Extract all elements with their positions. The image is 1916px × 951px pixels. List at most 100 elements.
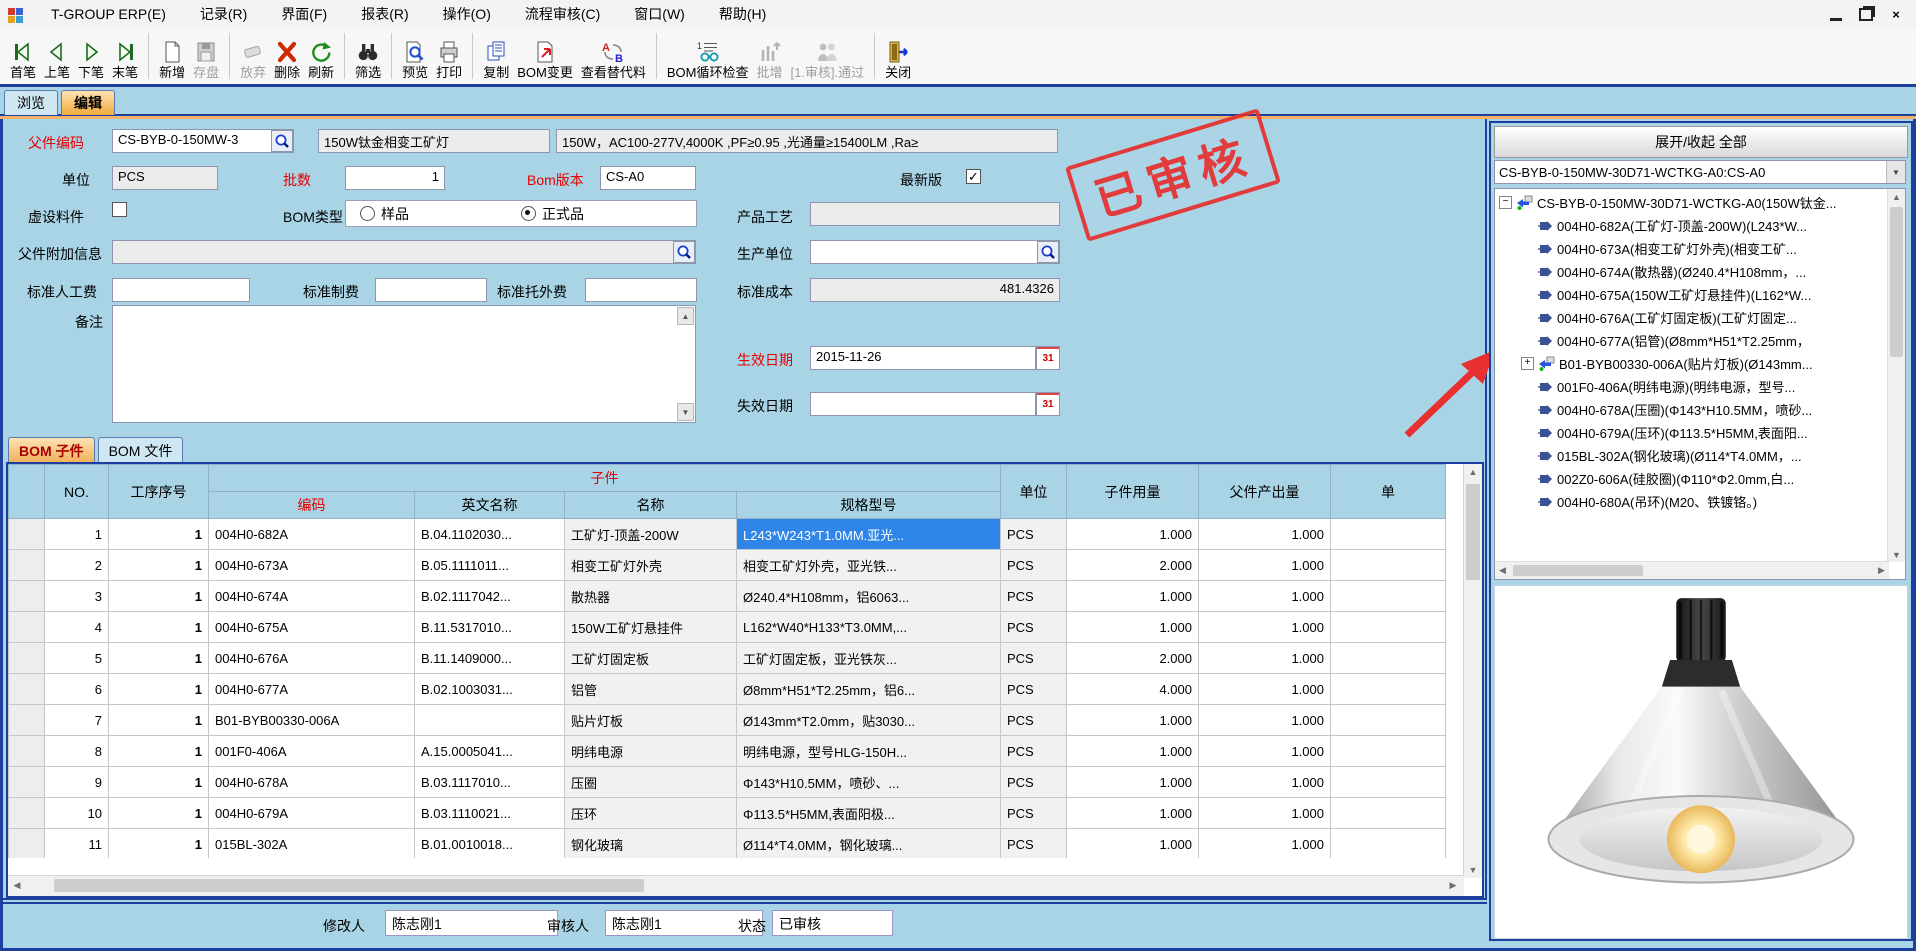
table-row[interactable]: 4 1 004H0-675A B.11.5317010... 150W工矿灯悬挂…	[9, 612, 1446, 643]
cell-parent-out[interactable]: 1.000	[1199, 612, 1331, 643]
cell-extra[interactable]	[1331, 581, 1446, 612]
cell-no[interactable]: 9	[45, 767, 109, 798]
cell-no[interactable]: 2	[45, 550, 109, 581]
cell-en-name[interactable]: B.01.0010018...	[415, 829, 565, 859]
parent-extra-lookup-button[interactable]	[673, 241, 695, 263]
tree-node[interactable]: 004H0-678A(压圈)(Φ143*H10.5MM，喷砂...	[1497, 398, 1889, 421]
cell-unit[interactable]: PCS	[1001, 798, 1067, 829]
remark-scrollbar[interactable]: ▲ ▼	[677, 307, 694, 421]
cell-spec[interactable]: Ø240.4*H108mm，铝6063...	[737, 581, 1001, 612]
row-indicator-cell[interactable]	[9, 674, 45, 705]
chevron-down-icon[interactable]: ▼	[1886, 161, 1905, 183]
cell-spec[interactable]: L162*W40*H133*T3.0MM,...	[737, 612, 1001, 643]
restore-icon[interactable]	[1858, 7, 1874, 21]
cell-seq[interactable]: 1	[109, 612, 209, 643]
new-button[interactable]: 新增	[155, 36, 189, 81]
view-substitute-button[interactable]: AB查看替代料	[577, 36, 650, 81]
table-row[interactable]: 2 1 004H0-673A B.05.1111011... 相变工矿灯外壳 相…	[9, 550, 1446, 581]
cell-code[interactable]: 004H0-675A	[209, 612, 415, 643]
table-row[interactable]: 11 1 015BL-302A B.01.0010018... 钢化玻璃 Ø11…	[9, 829, 1446, 859]
close-icon[interactable]: ×	[1888, 7, 1904, 21]
cell-extra[interactable]	[1331, 643, 1446, 674]
next-record-button[interactable]: 下笔	[74, 36, 108, 81]
close-window-button[interactable]: 关闭	[881, 36, 915, 81]
scroll-right-icon[interactable]: ▶	[1874, 562, 1889, 578]
cell-seq[interactable]: 1	[109, 798, 209, 829]
cell-code[interactable]: 004H0-678A	[209, 767, 415, 798]
col-qty-header[interactable]: 子件用量	[1067, 465, 1199, 519]
calendar-icon[interactable]: 31	[1036, 346, 1060, 370]
cell-parent-out[interactable]: 1.000	[1199, 519, 1331, 550]
scrollbar-thumb[interactable]	[1466, 484, 1480, 580]
prod-unit-field[interactable]	[810, 240, 1060, 264]
cell-extra[interactable]	[1331, 798, 1446, 829]
scroll-down-icon[interactable]: ▼	[1888, 547, 1905, 562]
cell-parent-out[interactable]: 1.000	[1199, 643, 1331, 674]
scroll-up-icon[interactable]: ▲	[677, 307, 694, 325]
cell-seq[interactable]: 1	[109, 736, 209, 767]
menu-operation[interactable]: 操作(O)	[426, 4, 508, 24]
cell-qty[interactable]: 1.000	[1067, 612, 1199, 643]
std-outsource-field[interactable]	[585, 278, 697, 302]
cell-code[interactable]: 004H0-673A	[209, 550, 415, 581]
col-no-header[interactable]: NO.	[45, 465, 109, 519]
tree-node[interactable]: 004H0-680A(吊环)(M20、铁镀铬。)	[1497, 490, 1889, 513]
tree-node[interactable]: 004H0-679A(压环)(Φ113.5*H5MM,表面阳...	[1497, 421, 1889, 444]
table-horizontal-scrollbar[interactable]: ◀ ▶	[8, 875, 1464, 896]
col-extra-header[interactable]: 单	[1331, 465, 1446, 519]
scroll-down-icon[interactable]: ▼	[1464, 862, 1482, 878]
cell-seq[interactable]: 1	[109, 550, 209, 581]
tree-node[interactable]: 004H0-674A(散热器)(Ø240.4*H108mm，...	[1497, 260, 1889, 283]
cell-parent-out[interactable]: 1.000	[1199, 736, 1331, 767]
std-labor-field[interactable]	[112, 278, 250, 302]
cell-spec[interactable]: Φ113.5*H5MM,表面阳极...	[737, 798, 1001, 829]
delete-button[interactable]: 删除	[270, 36, 304, 81]
cell-qty[interactable]: 4.000	[1067, 674, 1199, 705]
cell-no[interactable]: 5	[45, 643, 109, 674]
tree-node[interactable]: 004H0-676A(工矿灯固定板)(工矿灯固定...	[1497, 306, 1889, 329]
cell-spec[interactable]: 相变工矿灯外壳，亚光铁...	[737, 550, 1001, 581]
menu-window[interactable]: 窗口(W)	[617, 4, 702, 24]
filter-button[interactable]: 筛选	[351, 36, 385, 81]
cell-extra[interactable]	[1331, 674, 1446, 705]
cell-no[interactable]: 6	[45, 674, 109, 705]
cell-unit[interactable]: PCS	[1001, 705, 1067, 736]
cell-no[interactable]: 10	[45, 798, 109, 829]
cell-qty[interactable]: 1.000	[1067, 798, 1199, 829]
tree-horizontal-scrollbar[interactable]: ◀ ▶	[1495, 561, 1889, 579]
tab-edit[interactable]: 编辑	[61, 90, 115, 115]
cell-en-name[interactable]: B.02.1117042...	[415, 581, 565, 612]
col-code-header[interactable]: 编码	[209, 492, 415, 519]
cell-parent-out[interactable]: 1.000	[1199, 705, 1331, 736]
scroll-left-icon[interactable]: ◀	[1495, 562, 1510, 578]
cell-unit[interactable]: PCS	[1001, 643, 1067, 674]
cell-en-name[interactable]: B.11.1409000...	[415, 643, 565, 674]
col-spec-header[interactable]: 规格型号	[737, 492, 1001, 519]
menu-report[interactable]: 报表(R)	[344, 4, 425, 24]
parent-code-field[interactable]: CS-BYB-0-150MW-3	[112, 129, 294, 153]
cell-en-name[interactable]: B.04.1102030...	[415, 519, 565, 550]
cell-en-name[interactable]: B.03.1117010...	[415, 767, 565, 798]
refresh-button[interactable]: 刷新	[304, 36, 338, 81]
table-row[interactable]: 5 1 004H0-676A B.11.1409000... 工矿灯固定板 工矿…	[9, 643, 1446, 674]
tree-node[interactable]: − CS-BYB-0-150MW-30D71-WCTKG-A0(150W钛金..…	[1497, 191, 1889, 214]
scroll-right-icon[interactable]: ▶	[1444, 876, 1462, 895]
cell-en-name[interactable]: A.15.0005041...	[415, 736, 565, 767]
cell-no[interactable]: 3	[45, 581, 109, 612]
cell-spec[interactable]: 明纬电源，型号HLG-150H...	[737, 736, 1001, 767]
cell-seq[interactable]: 1	[109, 643, 209, 674]
bom-version-field[interactable]: CS-A0	[600, 166, 696, 190]
cell-en-name[interactable]: B.03.1110021...	[415, 798, 565, 829]
cell-seq[interactable]: 1	[109, 767, 209, 798]
tree-vertical-scrollbar[interactable]: ▲ ▼	[1887, 189, 1905, 562]
col-seq-header[interactable]: 工序序号	[109, 465, 209, 519]
tree-node[interactable]: 004H0-675A(150W工矿灯悬挂件)(L162*W...	[1497, 283, 1889, 306]
cell-extra[interactable]	[1331, 736, 1446, 767]
cell-code[interactable]: 004H0-674A	[209, 581, 415, 612]
bom-type-sample-radio[interactable]: 样品	[360, 204, 409, 224]
cell-unit[interactable]: PCS	[1001, 581, 1067, 612]
cell-name[interactable]: 工矿灯-顶盖-200W	[565, 519, 737, 550]
cell-name[interactable]: 相变工矿灯外壳	[565, 550, 737, 581]
prod-unit-lookup-button[interactable]	[1037, 241, 1059, 263]
cell-qty[interactable]: 1.000	[1067, 519, 1199, 550]
